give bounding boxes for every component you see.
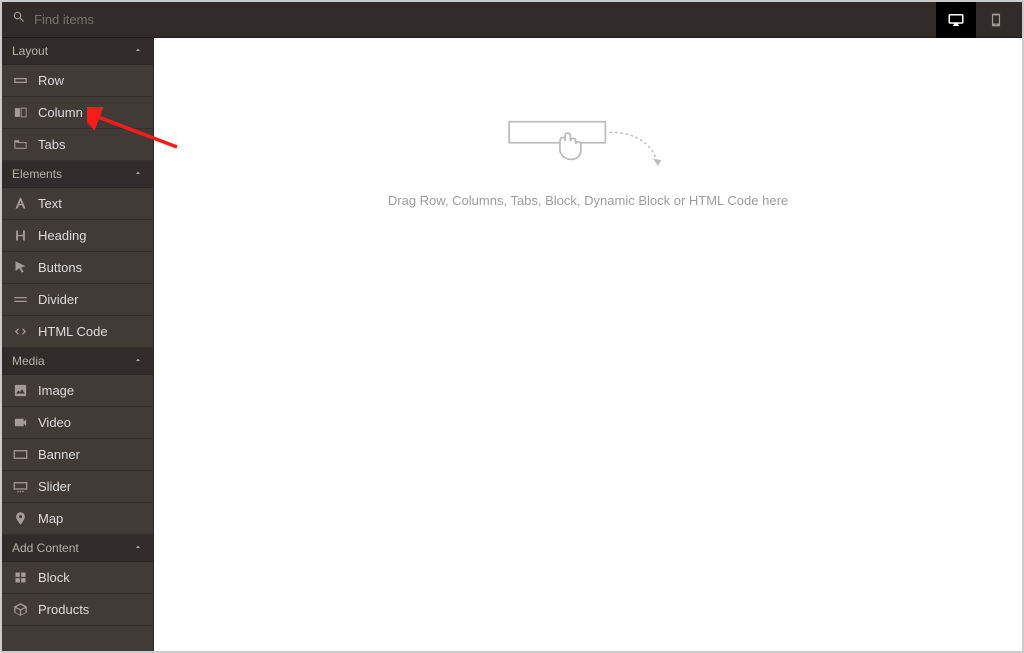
- canvas-area[interactable]: Drag Row, Columns, Tabs, Block, Dynamic …: [158, 38, 1018, 647]
- tabs-icon: [12, 137, 28, 152]
- section-header-layout[interactable]: Layout: [2, 38, 153, 65]
- text-icon: [12, 196, 28, 211]
- device-mobile-tab[interactable]: [976, 2, 1016, 38]
- section-title: Media: [12, 354, 45, 368]
- sidebar-item-slider[interactable]: Slider: [2, 471, 153, 503]
- cursor-icon: [12, 260, 28, 275]
- row-icon: [12, 73, 28, 88]
- video-icon: [12, 415, 28, 430]
- drop-hint-text: Drag Row, Columns, Tabs, Block, Dynamic …: [388, 193, 788, 208]
- section-title: Elements: [12, 167, 62, 181]
- sidebar-item-column[interactable]: Column: [2, 97, 153, 129]
- search-wrap: [12, 10, 936, 29]
- column-icon: [12, 105, 28, 120]
- sidebar-item-label: Block: [38, 570, 70, 585]
- sidebar-item-label: Column: [38, 105, 83, 120]
- sidebar-item-banner[interactable]: Banner: [2, 439, 153, 471]
- sidebar-item-heading[interactable]: Heading: [2, 220, 153, 252]
- section-header-add-content[interactable]: Add Content: [2, 535, 153, 562]
- sidebar: Layout Row Column Tabs Elements: [2, 38, 154, 651]
- section-header-media[interactable]: Media: [2, 348, 153, 375]
- sidebar-item-tabs[interactable]: Tabs: [2, 129, 153, 161]
- sidebar-item-label: Text: [38, 196, 62, 211]
- sidebar-item-label: Heading: [38, 228, 86, 243]
- slider-icon: [12, 479, 28, 494]
- section-header-elements[interactable]: Elements: [2, 161, 153, 188]
- sidebar-item-divider[interactable]: Divider: [2, 284, 153, 316]
- drag-drop-illustration-icon: [498, 113, 678, 183]
- sidebar-item-products[interactable]: Products: [2, 594, 153, 626]
- sidebar-item-block[interactable]: Block: [2, 562, 153, 594]
- chevron-up-icon: [133, 44, 143, 58]
- sidebar-item-label: Buttons: [38, 260, 82, 275]
- sidebar-item-buttons[interactable]: Buttons: [2, 252, 153, 284]
- sidebar-item-map[interactable]: Map: [2, 503, 153, 535]
- sidebar-item-label: HTML Code: [38, 324, 108, 339]
- banner-icon: [12, 447, 28, 462]
- sidebar-item-video[interactable]: Video: [2, 407, 153, 439]
- sidebar-item-image[interactable]: Image: [2, 375, 153, 407]
- section-title: Layout: [12, 44, 48, 58]
- sidebar-item-label: Row: [38, 73, 64, 88]
- sidebar-item-label: Divider: [38, 292, 78, 307]
- chevron-up-icon: [133, 354, 143, 368]
- block-icon: [12, 570, 28, 585]
- sidebar-item-label: Slider: [38, 479, 71, 494]
- sidebar-item-label: Banner: [38, 447, 80, 462]
- device-tabs: [936, 2, 1016, 38]
- chevron-up-icon: [133, 541, 143, 555]
- device-desktop-tab[interactable]: [936, 2, 976, 38]
- sidebar-item-label: Tabs: [38, 137, 65, 152]
- dropzone: Drag Row, Columns, Tabs, Block, Dynamic …: [388, 113, 788, 208]
- products-icon: [12, 602, 28, 617]
- divider-icon: [12, 292, 28, 307]
- code-icon: [12, 324, 28, 339]
- search-icon: [12, 10, 26, 29]
- sidebar-item-text[interactable]: Text: [2, 188, 153, 220]
- section-title: Add Content: [12, 541, 79, 555]
- sidebar-item-label: Image: [38, 383, 74, 398]
- image-icon: [12, 383, 28, 398]
- topbar: [2, 2, 1022, 38]
- sidebar-item-label: Map: [38, 511, 63, 526]
- heading-icon: [12, 228, 28, 243]
- search-input[interactable]: [34, 12, 284, 27]
- sidebar-item-label: Products: [38, 602, 89, 617]
- map-pin-icon: [12, 511, 28, 526]
- sidebar-item-row[interactable]: Row: [2, 65, 153, 97]
- sidebar-item-html-code[interactable]: HTML Code: [2, 316, 153, 348]
- sidebar-item-label: Video: [38, 415, 71, 430]
- chevron-up-icon: [133, 167, 143, 181]
